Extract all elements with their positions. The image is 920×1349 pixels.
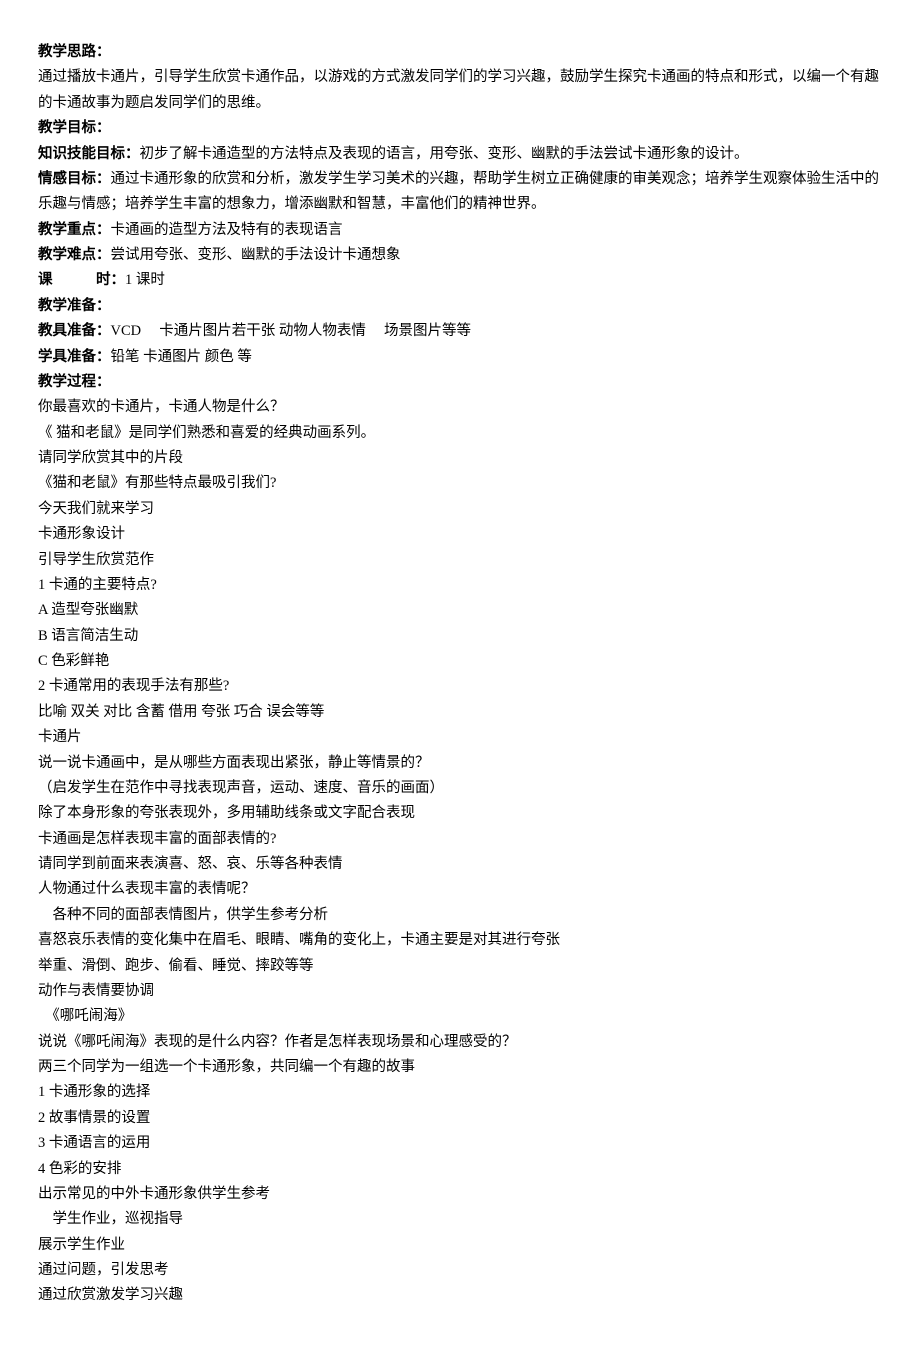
section-difficulty: 教学难点：尝试用夸张、变形、幽默的手法设计卡通想象 bbox=[38, 243, 880, 268]
body-line: 今天我们就来学习 bbox=[38, 497, 880, 522]
body-line: 各种不同的面部表情图片，供学生参考分析 bbox=[38, 903, 880, 928]
label-text: 教学目标： bbox=[38, 120, 111, 136]
section-knowledge-skills: 知识技能目标：初步了解卡通造型的方法特点及表现的语言，用夸张、变形、幽默的手法尝… bbox=[38, 142, 880, 167]
body-line: 2 故事情景的设置 bbox=[38, 1106, 880, 1131]
label-text: 教学重点： bbox=[38, 222, 111, 238]
body-text: 铅笔 卡通图片 颜色 等 bbox=[111, 349, 252, 365]
body-line: 请同学欣赏其中的片段 bbox=[38, 446, 880, 471]
lesson-body: 你最喜欢的卡通片，卡通人物是什么？《 猫和老鼠》是同学们熟悉和喜爱的经典动画系列… bbox=[38, 395, 880, 1309]
body-line: 《哪吒闹海》 bbox=[38, 1004, 880, 1029]
section-objectives-label: 教学目标： bbox=[38, 116, 880, 141]
label-text: 教学思路： bbox=[38, 44, 111, 60]
label-text: 教具准备： bbox=[38, 323, 111, 339]
body-text: 卡通画的造型方法及特有的表现语言 bbox=[111, 222, 343, 238]
body-text: 通过卡通形象的欣赏和分析，激发学生学习美术的兴趣，帮助学生树立正确健康的审美观念… bbox=[38, 171, 879, 212]
body-line: 学生作业，巡视指导 bbox=[38, 1207, 880, 1232]
body-line: 4 色彩的安排 bbox=[38, 1157, 880, 1182]
section-key-point: 教学重点：卡通画的造型方法及特有的表现语言 bbox=[38, 218, 880, 243]
body-line: 两三个同学为一组选一个卡通形象，共同编一个有趣的故事 bbox=[38, 1055, 880, 1080]
body-line: 比喻 双关 对比 含蓄 借用 夸张 巧合 误会等等 bbox=[38, 700, 880, 725]
body-text: 初步了解卡通造型的方法特点及表现的语言，用夸张、变形、幽默的手法尝试卡通形象的设… bbox=[140, 146, 749, 162]
body-line: 卡通形象设计 bbox=[38, 522, 880, 547]
body-line: 请同学到前面来表演喜、怒、哀、乐等各种表情 bbox=[38, 852, 880, 877]
body-line: 《 猫和老鼠》是同学们熟悉和喜爱的经典动画系列。 bbox=[38, 421, 880, 446]
body-line: 说说《哪吒闹海》表现的是什么内容？作者是怎样表现场景和心理感受的？ bbox=[38, 1030, 880, 1055]
body-line: （启发学生在范作中寻找表现声音，运动、速度、音乐的画面） bbox=[38, 776, 880, 801]
body-line: 展示学生作业 bbox=[38, 1233, 880, 1258]
body-line: 除了本身形象的夸张表现外，多用辅助线条或文字配合表现 bbox=[38, 801, 880, 826]
body-line: 《猫和老鼠》有那些特点最吸引我们? bbox=[38, 471, 880, 496]
body-line: 你最喜欢的卡通片，卡通人物是什么？ bbox=[38, 395, 880, 420]
section-teaching-ideas-body: 通过播放卡通片，引导学生欣赏卡通作品，以游戏的方式激发同学们的学习兴趣，鼓励学生… bbox=[38, 65, 880, 116]
label-text: 知识技能目标： bbox=[38, 146, 140, 162]
label-text: 情感目标： bbox=[38, 171, 111, 187]
section-teaching-aids: 教具准备：VCD 卡通片图片若干张 动物人物表情 场景图片等等 bbox=[38, 319, 880, 344]
section-process-label: 教学过程： bbox=[38, 370, 880, 395]
body-line: 1 卡通的主要特点? bbox=[38, 573, 880, 598]
body-line: 出示常见的中外卡通形象供学生参考 bbox=[38, 1182, 880, 1207]
body-line: C 色彩鲜艳 bbox=[38, 649, 880, 674]
body-line: A 造型夸张幽默 bbox=[38, 598, 880, 623]
label-text: 教学难点： bbox=[38, 247, 111, 263]
label-text: 教学过程： bbox=[38, 374, 111, 390]
label-text: 课 时： bbox=[38, 272, 125, 288]
body-text: VCD 卡通片图片若干张 动物人物表情 场景图片等等 bbox=[111, 323, 472, 339]
label-text: 学具准备： bbox=[38, 349, 111, 365]
body-text: 1 课时 bbox=[125, 272, 165, 288]
section-emotional-goal: 情感目标：通过卡通形象的欣赏和分析，激发学生学习美术的兴趣，帮助学生树立正确健康… bbox=[38, 167, 880, 218]
body-line: 引导学生欣赏范作 bbox=[38, 548, 880, 573]
body-line: 1 卡通形象的选择 bbox=[38, 1080, 880, 1105]
body-text: 尝试用夸张、变形、幽默的手法设计卡通想象 bbox=[111, 247, 401, 263]
body-line: 卡通画是怎样表现丰富的面部表情的? bbox=[38, 827, 880, 852]
body-line: B 语言简洁生动 bbox=[38, 624, 880, 649]
label-text: 教学准备： bbox=[38, 298, 111, 314]
body-line: 人物通过什么表现丰富的表情呢？ bbox=[38, 877, 880, 902]
body-line: 2 卡通常用的表现手法有那些? bbox=[38, 674, 880, 699]
section-learning-aids: 学具准备：铅笔 卡通图片 颜色 等 bbox=[38, 345, 880, 370]
body-line: 说一说卡通画中，是从哪些方面表现出紧张，静止等情景的？ bbox=[38, 751, 880, 776]
body-line: 举重、滑倒、跑步、偷看、睡觉、摔跤等等 bbox=[38, 954, 880, 979]
body-line: 3 卡通语言的运用 bbox=[38, 1131, 880, 1156]
section-preparation-label: 教学准备： bbox=[38, 294, 880, 319]
body-line: 通过问题，引发思考 bbox=[38, 1258, 880, 1283]
section-class-hours: 课 时：1 课时 bbox=[38, 268, 880, 293]
body-line: 卡通片 bbox=[38, 725, 880, 750]
section-teaching-ideas-label: 教学思路： bbox=[38, 40, 880, 65]
body-line: 动作与表情要协调 bbox=[38, 979, 880, 1004]
body-line: 喜怒哀乐表情的变化集中在眉毛、眼睛、嘴角的变化上，卡通主要是对其进行夸张 bbox=[38, 928, 880, 953]
body-line: 通过欣赏激发学习兴趣 bbox=[38, 1283, 880, 1308]
